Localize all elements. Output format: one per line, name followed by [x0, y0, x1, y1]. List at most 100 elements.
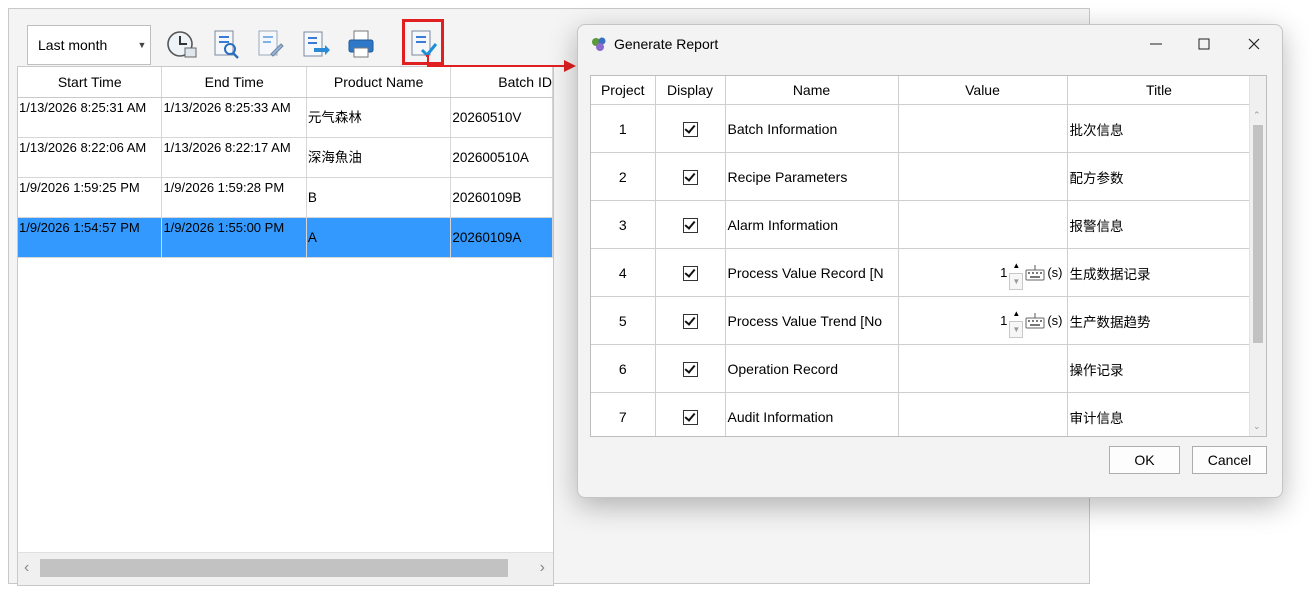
spin-buttons: ▲ ▼ — [1009, 258, 1024, 290]
cell-title[interactable]: 批次信息 — [1067, 104, 1252, 153]
cell-value[interactable] — [898, 392, 1068, 436]
cell-name: Batch Information — [725, 104, 899, 153]
vertical-scrollbar[interactable]: ⌃ ⌄ — [1249, 76, 1266, 436]
cell-batch-id: 20260510V — [451, 98, 553, 137]
table-row[interactable]: 4 Process Value Record [N 1 ▲ ▼ (s) 生成数据… — [591, 248, 1252, 297]
column-header-name[interactable]: Name — [725, 76, 899, 105]
export-button[interactable] — [299, 25, 333, 63]
cell-value[interactable] — [898, 200, 1068, 249]
display-checkbox[interactable] — [682, 313, 698, 329]
cancel-button[interactable]: Cancel — [1192, 446, 1267, 474]
display-checkbox[interactable] — [682, 361, 698, 377]
cell-title[interactable]: 审计信息 — [1067, 392, 1252, 436]
display-checkbox[interactable] — [682, 121, 698, 137]
cell-title[interactable]: 操作记录 — [1067, 344, 1252, 393]
table-row[interactable]: 1/9/2026 1:59:25 PM 1/9/2026 1:59:28 PM … — [18, 178, 553, 218]
dropdown-arrow-icon[interactable]: ▼ — [136, 40, 148, 50]
table-header-row: Project Display Name Value Title — [591, 76, 1252, 105]
cell-end-time: 1/9/2026 1:59:28 PM — [162, 178, 307, 217]
scroll-down-icon[interactable]: ⌄ — [1253, 421, 1261, 432]
display-checkbox[interactable] — [682, 409, 698, 425]
cell-batch-id: 202600510A — [451, 138, 553, 177]
cell-product-name: 深海魚油 — [307, 138, 452, 177]
ok-button[interactable]: OK — [1109, 446, 1180, 474]
keyboard-icon[interactable] — [1025, 312, 1045, 329]
keyboard-icon[interactable] — [1025, 264, 1045, 281]
scrollbar-thumb[interactable] — [1253, 125, 1263, 343]
app-icon — [592, 37, 606, 51]
column-header-end-time[interactable]: End Time — [162, 67, 307, 97]
column-header-start-time[interactable]: Start Time — [18, 67, 163, 97]
cell-end-time: 1/13/2026 8:22:17 AM — [162, 138, 307, 177]
cell-display — [655, 104, 726, 153]
cell-product-name: 元气森林 — [307, 98, 452, 137]
batch-grid: Start Time End Time Product Name Batch I… — [17, 66, 554, 586]
query-report-button[interactable] — [209, 25, 243, 63]
table-row[interactable]: 1/13/2026 8:22:06 AM 1/13/2026 8:22:17 A… — [18, 138, 553, 178]
cell-title[interactable]: 配方参数 — [1067, 152, 1252, 201]
clock-icon — [167, 31, 197, 58]
cell-project: 3 — [591, 200, 656, 249]
scrollbar-thumb[interactable] — [40, 559, 508, 577]
cell-title[interactable]: 生产数据趋势 — [1067, 296, 1252, 345]
dialog-titlebar[interactable]: Generate Report — [578, 25, 1282, 63]
edit-report-button[interactable] — [253, 25, 287, 63]
cell-name: Operation Record — [725, 344, 899, 393]
spin-down-icon[interactable]: ▼ — [1009, 272, 1024, 290]
table-row[interactable]: 5 Process Value Trend [No 1 ▲ ▼ (s) 生产数据… — [591, 296, 1252, 345]
maximize-button[interactable] — [1182, 29, 1226, 59]
minimize-button[interactable] — [1134, 29, 1178, 59]
table-row[interactable]: 7 Audit Information 审计信息 — [591, 392, 1252, 436]
cell-name: Alarm Information — [725, 200, 899, 249]
interval-value: 1 — [1000, 265, 1008, 280]
column-header-display[interactable]: Display — [655, 76, 726, 105]
cell-value[interactable] — [898, 344, 1068, 393]
table-row[interactable]: 1 Batch Information 批次信息 — [591, 104, 1252, 153]
cell-display — [655, 200, 726, 249]
clock-button[interactable] — [164, 25, 198, 63]
display-checkbox[interactable] — [682, 217, 698, 233]
time-range-select[interactable]: Last month ▼ — [27, 25, 151, 65]
column-header-value[interactable]: Value — [898, 76, 1068, 105]
export-icon — [303, 31, 330, 57]
interval-stepper[interactable]: 1 ▲ ▼ (s) — [899, 306, 1067, 338]
table-row[interactable]: 1/13/2026 8:25:31 AM 1/13/2026 8:25:33 A… — [18, 98, 553, 138]
column-header-title[interactable]: Title — [1067, 76, 1252, 105]
table-row[interactable]: 6 Operation Record 操作记录 — [591, 344, 1252, 393]
cell-name: Audit Information — [725, 392, 899, 436]
cell-title[interactable]: 报警信息 — [1067, 200, 1252, 249]
scroll-right-icon[interactable]: › — [540, 559, 545, 577]
table-row[interactable]: 3 Alarm Information 报警信息 — [591, 200, 1252, 249]
cell-value: 1 ▲ ▼ (s) — [898, 248, 1068, 297]
scroll-up-icon[interactable]: ⌃ — [1253, 110, 1261, 121]
column-header-project[interactable]: Project — [591, 76, 656, 105]
cell-project: 6 — [591, 344, 656, 393]
table-row[interactable]: 2 Recipe Parameters 配方参数 — [591, 152, 1252, 201]
interval-value: 1 — [1000, 313, 1008, 328]
interval-stepper[interactable]: 1 ▲ ▼ (s) — [899, 258, 1067, 290]
scroll-left-icon[interactable]: ‹ — [24, 559, 29, 577]
time-range-value: Last month — [38, 37, 108, 53]
display-checkbox[interactable] — [682, 169, 698, 185]
spin-up-icon[interactable]: ▲ — [1009, 258, 1023, 273]
minimize-icon — [1150, 43, 1162, 45]
cell-title[interactable]: 生成数据记录 — [1067, 248, 1252, 297]
display-checkbox[interactable] — [682, 265, 698, 281]
spin-down-icon[interactable]: ▼ — [1009, 320, 1024, 338]
cell-end-time: 1/13/2026 8:25:33 AM — [162, 98, 307, 137]
table-row-selected[interactable]: 1/9/2026 1:54:57 PM 1/9/2026 1:55:00 PM … — [18, 218, 553, 258]
spin-buttons: ▲ ▼ — [1009, 306, 1024, 338]
print-button[interactable] — [344, 25, 378, 63]
cell-value[interactable] — [898, 152, 1068, 201]
cell-display — [655, 344, 726, 393]
cell-value[interactable] — [898, 104, 1068, 153]
dialog-title: Generate Report — [614, 36, 719, 52]
generate-report-dialog: Generate Report Project Display Name Val… — [577, 24, 1283, 498]
close-button[interactable] — [1232, 29, 1276, 59]
cell-batch-id: 20260109B — [451, 178, 553, 217]
spin-up-icon[interactable]: ▲ — [1009, 306, 1023, 321]
horizontal-scrollbar[interactable]: ‹ › — [18, 552, 553, 585]
cell-start-time: 1/9/2026 1:54:57 PM — [18, 218, 163, 257]
interval-unit: (s) — [1047, 313, 1063, 328]
report-items-table: Project Display Name Value Title 1 Batch… — [590, 75, 1267, 437]
